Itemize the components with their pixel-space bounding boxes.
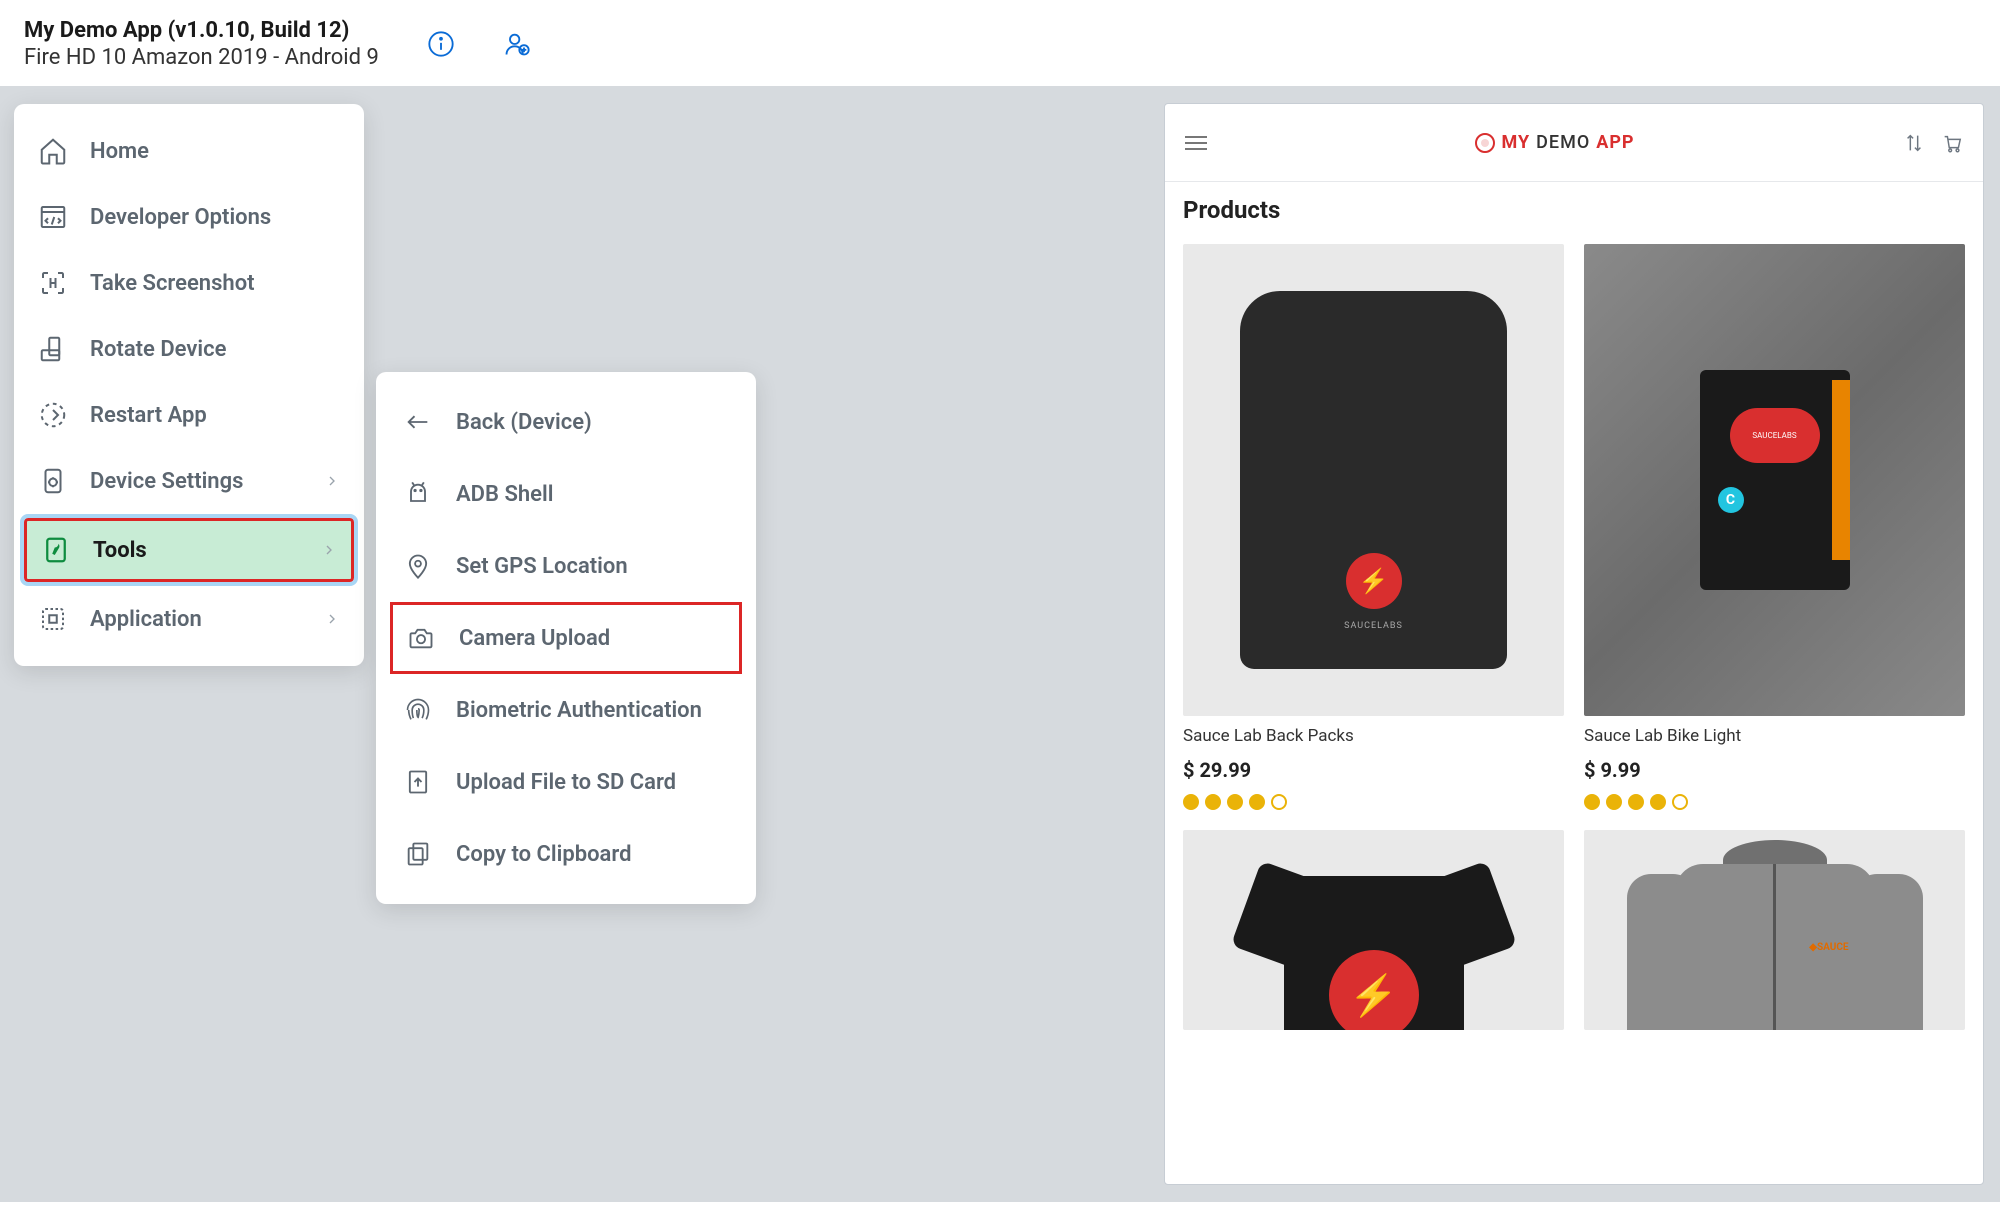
camera-icon (407, 624, 435, 652)
adb-icon (404, 480, 432, 508)
product-card[interactable]: ⚡SAUCELABS Sauce Lab Back Packs $ 29.99 (1183, 244, 1564, 810)
submenu-item-adb-shell[interactable]: ADB Shell (376, 458, 756, 530)
menu-item-application[interactable]: Application (14, 586, 364, 652)
tools-icon (41, 535, 71, 565)
workspace: Home Developer Options Take Screenshot R… (0, 86, 2000, 1202)
application-icon (38, 604, 68, 634)
clipboard-icon (404, 840, 432, 868)
product-rating (1584, 794, 1965, 810)
menu-label: Take Screenshot (90, 271, 340, 296)
cart-icon[interactable] (1941, 132, 1963, 154)
header: My Demo App (v1.0.10, Build 12) Fire HD … (0, 0, 2000, 86)
submenu-label: ADB Shell (456, 482, 553, 507)
chevron-right-icon (321, 542, 337, 558)
product-price: $ 29.99 (1183, 758, 1564, 782)
product-image-jacket: ◆SAUCE (1584, 830, 1965, 1030)
dev-options-icon (38, 202, 68, 232)
product-image-tshirt: ⚡ (1183, 830, 1564, 1030)
app-brand: MY DEMO APP (1475, 132, 1634, 153)
submenu-item-copy-clipboard[interactable]: Copy to Clipboard (376, 818, 756, 890)
settings-icon (38, 466, 68, 496)
menu-label: Home (90, 139, 340, 164)
fingerprint-icon (404, 696, 432, 724)
product-name: Sauce Lab Bike Light (1584, 726, 1965, 746)
rotate-icon (38, 334, 68, 364)
restart-icon (38, 400, 68, 430)
tools-submenu: Back (Device) ADB Shell Set GPS Location… (376, 372, 756, 904)
submenu-item-biometric[interactable]: Biometric Authentication (376, 674, 756, 746)
menu-item-take-screenshot[interactable]: Take Screenshot (14, 250, 364, 316)
submenu-label: Camera Upload (459, 626, 610, 651)
brand-suffix: APP (1596, 132, 1634, 153)
brand-mid: DEMO (1536, 132, 1590, 153)
submenu-item-back-device[interactable]: Back (Device) (376, 386, 756, 458)
sort-icon[interactable] (1903, 132, 1925, 154)
upload-icon (404, 768, 432, 796)
menu-label: Restart App (90, 403, 340, 428)
device-subtitle: Fire HD 10 Amazon 2019 - Android 9 (24, 45, 379, 70)
submenu-label: Upload File to SD Card (456, 770, 676, 795)
submenu-label: Back (Device) (456, 410, 592, 435)
menu-item-developer-options[interactable]: Developer Options (14, 184, 364, 250)
submenu-label: Set GPS Location (456, 554, 628, 579)
product-card[interactable]: SAUCELABSC Sauce Lab Bike Light $ 9.99 (1584, 244, 1965, 810)
hamburger-icon[interactable] (1185, 136, 1207, 150)
product-rating (1183, 794, 1564, 810)
menu-label: Developer Options (90, 205, 340, 230)
products-heading: Products (1183, 196, 1965, 224)
screenshot-icon (38, 268, 68, 298)
menu-item-restart-app[interactable]: Restart App (14, 382, 364, 448)
menu-label: Application (90, 607, 302, 632)
product-price: $ 9.99 (1584, 758, 1965, 782)
product-card[interactable]: ◆SAUCE (1584, 830, 1965, 1030)
back-icon (404, 408, 432, 436)
submenu-item-upload-file[interactable]: Upload File to SD Card (376, 746, 756, 818)
main-menu: Home Developer Options Take Screenshot R… (14, 104, 364, 666)
product-image-bike-light: SAUCELABSC (1584, 244, 1965, 716)
menu-item-rotate-device[interactable]: Rotate Device (14, 316, 364, 382)
chevron-right-icon (324, 473, 340, 489)
submenu-label: Biometric Authentication (456, 698, 702, 723)
chevron-right-icon (324, 611, 340, 627)
app-title: My Demo App (v1.0.10, Build 12) (24, 18, 379, 43)
product-name: Sauce Lab Back Packs (1183, 726, 1564, 746)
info-icon[interactable] (427, 30, 455, 58)
brand-prefix: MY (1501, 132, 1530, 153)
brand-logo-icon (1475, 133, 1495, 153)
menu-item-tools[interactable]: Tools (24, 518, 354, 582)
add-user-icon[interactable] (503, 30, 531, 58)
menu-label: Device Settings (90, 469, 302, 494)
menu-label: Tools (93, 538, 299, 563)
device-screen: MY DEMO APP Products ⚡SAUCELABS Sauce Lab … (1164, 103, 1984, 1185)
product-image-backpack: ⚡SAUCELABS (1183, 244, 1564, 716)
home-icon (38, 136, 68, 166)
product-card[interactable]: ⚡ (1183, 830, 1564, 1030)
submenu-item-set-gps[interactable]: Set GPS Location (376, 530, 756, 602)
gps-icon (404, 552, 432, 580)
submenu-item-camera-upload[interactable]: Camera Upload (390, 602, 742, 674)
menu-item-device-settings[interactable]: Device Settings (14, 448, 364, 514)
device-app-bar: MY DEMO APP (1165, 104, 1983, 182)
submenu-label: Copy to Clipboard (456, 842, 631, 867)
menu-item-home[interactable]: Home (14, 118, 364, 184)
menu-label: Rotate Device (90, 337, 340, 362)
